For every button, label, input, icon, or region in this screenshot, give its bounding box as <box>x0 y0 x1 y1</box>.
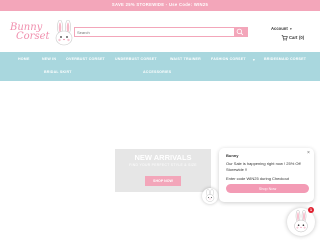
chat-popup: Bunny × Our Sale is happening right now … <box>219 148 314 202</box>
nav-item-fashion-corset[interactable]: FASHION CORSET <box>211 57 246 61</box>
unread-badge: 1 <box>308 207 314 213</box>
nav-item-accessories[interactable]: ACCESSORIES <box>143 70 171 74</box>
nav-item-bridal-skirt[interactable]: BRIDAL SKIRT <box>44 70 72 74</box>
search-input[interactable] <box>75 28 234 36</box>
logo-wordmark: Bunny Corset <box>10 23 50 42</box>
nav-item-home[interactable]: HOME <box>18 57 30 61</box>
hero-banner: NEW ARRIVALS FIND YOUR PERFECT STYLE & S… <box>115 149 211 192</box>
account-link[interactable]: Account <box>271 26 288 31</box>
nav-item-new-in[interactable]: NEW IN <box>42 57 56 61</box>
chevron-down-icon: ▾ <box>253 58 256 62</box>
logo-line-2: Corset <box>16 31 50 42</box>
chat-message-sale: Our Sale is happening right now ! 25% Of… <box>226 161 301 172</box>
banner-title: NEW ARRIVALS <box>134 153 192 162</box>
announcement-bar: SAVE 25% STOREWIDE - Use Code: WIN25 <box>0 0 320 11</box>
banner-subtitle: FIND YOUR PERFECT STYLE & SIZE <box>129 163 197 167</box>
announcement-text: SAVE 25% STOREWIDE - Use Code: WIN25 <box>111 2 209 7</box>
chat-agent-avatar <box>202 188 218 204</box>
nav-item-overbust-corset[interactable]: OVERBUST CORSET <box>66 57 105 61</box>
cart-icon[interactable] <box>281 34 288 41</box>
chevron-down-icon: ▾ <box>290 27 292 31</box>
nav-item-waist-trainer[interactable]: WAIST TRAINER <box>170 57 201 61</box>
nav-item-bridesmaid-corset[interactable]: BRIDESMAID CORSET <box>264 57 306 61</box>
chat-shop-now-button[interactable]: Shop Now <box>226 184 309 193</box>
shop-now-button[interactable]: SHOP NOW <box>145 176 181 186</box>
chat-agent-name: Bunny <box>226 153 239 158</box>
close-icon[interactable]: × <box>307 151 310 156</box>
nav-item-underbust-corset[interactable]: UNDERBUST CORSET <box>115 57 157 61</box>
bunny-avatar-icon <box>205 188 215 202</box>
search-icon[interactable] <box>236 28 244 36</box>
cart-link[interactable]: Cart <box>289 35 297 40</box>
cart-count: (0) <box>299 35 305 40</box>
bunny-chat-icon <box>294 210 308 233</box>
site-logo[interactable]: Bunny Corset <box>10 20 80 48</box>
main-nav: HOME NEW IN OVERBUST CORSET UNDERBUST CO… <box>0 52 320 81</box>
chat-message-code: Enter code WIN25 during Checkout <box>226 176 289 181</box>
search-bar <box>74 27 248 37</box>
